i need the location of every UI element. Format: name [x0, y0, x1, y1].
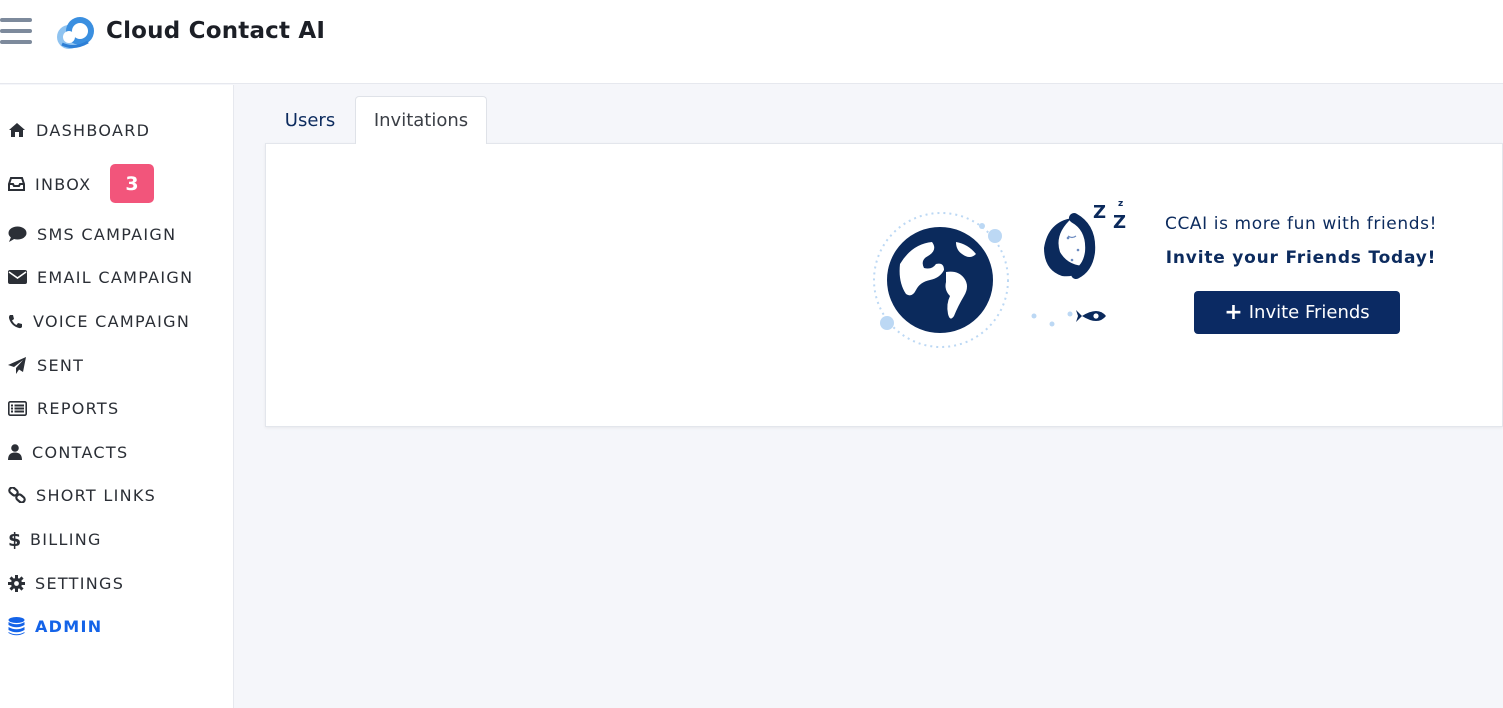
sidebar-item-label: BILLING: [30, 529, 102, 549]
chat-bubble-icon: [8, 226, 27, 242]
tab-users[interactable]: Users: [266, 96, 354, 144]
sidebar-item-label: INBOX: [35, 174, 92, 194]
sidebar-item-sent[interactable]: SENT: [8, 350, 84, 380]
top-header: Cloud Contact AI: [0, 0, 1503, 84]
sidebar-item-voice-campaign[interactable]: VOICE CAMPAIGN: [8, 306, 190, 336]
brand-name[interactable]: Cloud Contact AI: [106, 18, 325, 44]
sidebar-item-label: SENT: [37, 355, 85, 375]
invite-friends-button[interactable]: + Invite Friends: [1194, 291, 1400, 334]
inbox-icon: [8, 177, 25, 191]
envelope-icon: [8, 270, 27, 284]
sidebar-item-admin[interactable]: ADMIN: [8, 611, 102, 641]
sidebar-item-label: CONTACTS: [32, 442, 129, 462]
sidebar-item-label: SHORT LINKS: [36, 485, 157, 505]
svg-text:Z: Z: [1113, 212, 1126, 233]
sidebar-item-short-links[interactable]: SHORT LINKS: [8, 480, 156, 510]
sidebar-item-settings[interactable]: SETTINGS: [8, 568, 124, 598]
sleeping-globe-moon-rocket-illustration: Z Z z: [873, 199, 1126, 348]
sidebar-item-inbox[interactable]: INBOX: [8, 169, 91, 199]
phone-icon: [8, 314, 22, 328]
sidebar-item-email-campaign[interactable]: EMAIL CAMPAIGN: [8, 262, 193, 292]
svg-text:z: z: [1118, 199, 1123, 209]
tab-invitations[interactable]: Invitations: [355, 96, 487, 144]
sidebar-item-reports[interactable]: REPORTS: [8, 393, 119, 423]
database-icon: [8, 616, 25, 635]
hamburger-menu-icon[interactable]: [0, 18, 32, 48]
invite-friends-button-label: Invite Friends: [1248, 302, 1370, 323]
link-icon: [8, 487, 26, 503]
sidebar-item-billing[interactable]: $ BILLING: [8, 524, 102, 554]
plus-icon: +: [1224, 299, 1243, 325]
sidebar-item-label: ADMIN: [35, 616, 103, 636]
sidebar-item-label: SETTINGS: [35, 573, 125, 593]
sidebar-item-label: SMS CAMPAIGN: [37, 224, 177, 244]
sidebar-item-label: EMAIL CAMPAIGN: [37, 267, 194, 287]
sidebar-item-contacts[interactable]: CONTACTS: [8, 437, 128, 467]
home-icon: [9, 123, 25, 137]
sidebar-item-label: VOICE CAMPAIGN: [33, 311, 191, 331]
svg-text:$: $: [8, 530, 20, 549]
sidebar-item-label: REPORTS: [37, 398, 120, 418]
invitations-panel: Z Z z CCAI is more fun with friends! Inv…: [265, 143, 1503, 427]
inbox-unread-badge: 3: [110, 164, 154, 203]
invite-cta-text: Invite your Friends Today!: [1165, 248, 1437, 268]
cloud-logo-icon: [57, 17, 94, 49]
user-icon: [8, 444, 22, 460]
svg-text:Z: Z: [1093, 202, 1106, 223]
list-icon: [8, 400, 27, 416]
gear-icon: [8, 574, 25, 592]
invite-message: CCAI is more fun with friends!: [1164, 214, 1437, 234]
paper-plane-icon: [8, 356, 26, 374]
sidebar-item-dashboard[interactable]: DASHBOARD: [8, 115, 150, 145]
sidebar-item-sms-campaign[interactable]: SMS CAMPAIGN: [8, 219, 176, 249]
dollar-icon: $: [8, 530, 20, 549]
sidebar-item-label: DASHBOARD: [36, 120, 151, 140]
